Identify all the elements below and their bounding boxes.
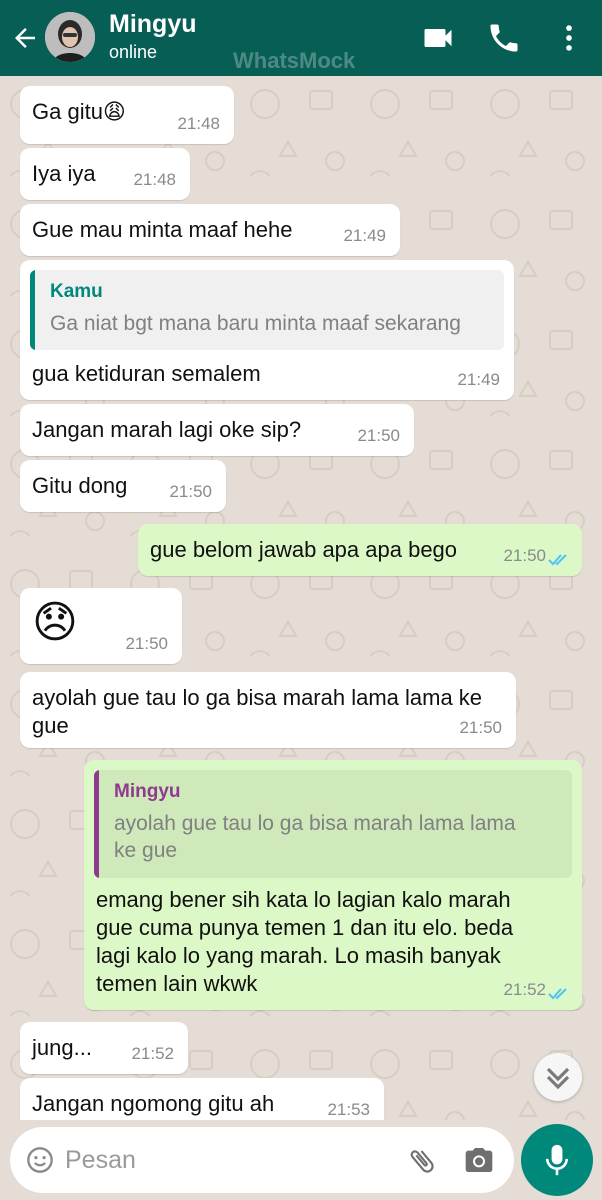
reply-message-bubble[interactable]: Mingyu ayolah gue tau lo ga bisa marah l…	[84, 760, 582, 1010]
message-time: 21:49	[343, 226, 386, 245]
message-bubble[interactable]: Gitu dong 21:50	[20, 460, 226, 512]
message-text: gua ketiduran semalem	[32, 361, 261, 386]
message-time: 21:53	[327, 1100, 370, 1119]
paperclip-icon[interactable]	[406, 1144, 438, 1178]
message-time: 21:50	[125, 634, 168, 653]
more-menu-icon[interactable]	[552, 20, 586, 56]
message-bubble[interactable]: Iya iya 21:48	[20, 148, 190, 200]
back-arrow-icon[interactable]	[10, 23, 40, 53]
message-text: Gitu dong	[32, 473, 128, 498]
message-bubble[interactable]: Ga gitu😩 21:48	[20, 86, 234, 144]
message-line: gue cuma punya temen 1 dan itu elo. beda	[96, 915, 514, 940]
message-time: 21:52	[131, 1044, 174, 1063]
quote-author: Mingyu	[114, 781, 181, 802]
read-receipt-icon	[548, 988, 567, 1000]
watermark: WhatsMock	[233, 48, 356, 73]
message-bubble[interactable]: Jangan ngomong gitu ah 21:53	[20, 1078, 384, 1120]
quote-text: Ga niat bgt mana baru minta maaf sekaran…	[50, 312, 461, 335]
message-bubble[interactable]: Jangan marah lagi oke sip? 21:50	[20, 404, 414, 456]
message-time: 21:52	[503, 980, 546, 999]
message-bubble[interactable]: ayolah gue tau lo ga bisa marah lama lam…	[20, 672, 516, 748]
message-time: 21:50	[503, 546, 546, 565]
camera-icon[interactable]	[462, 1144, 496, 1176]
reply-message-bubble[interactable]: Kamu Ga niat bgt mana baru minta maaf se…	[20, 260, 514, 400]
read-receipt-icon	[548, 554, 567, 566]
message-bubble[interactable]: 😞 21:50	[20, 588, 182, 664]
message-text: Jangan marah lagi oke sip?	[32, 417, 302, 442]
message-line: ayolah gue tau lo ga bisa marah lama lam…	[32, 685, 483, 710]
message-time: 21:48	[133, 170, 176, 189]
message-line: emang bener sih kata lo lagian kalo mara…	[96, 887, 511, 912]
contact-name[interactable]: Mingyu	[109, 10, 197, 39]
emoji-icon[interactable]	[26, 1146, 54, 1174]
quoted-message[interactable]: Mingyu ayolah gue tau lo ga bisa marah l…	[94, 770, 572, 878]
message-bubble[interactable]: Gue mau minta maaf hehe 21:49	[20, 204, 400, 256]
message-text: Ga gitu😩	[32, 99, 126, 124]
message-line: lagi kalo lo yang marah. Lo masih banyak	[96, 943, 501, 968]
quote-bar	[30, 270, 35, 350]
message-time: 21:48	[177, 114, 220, 133]
avatar[interactable]	[45, 12, 95, 62]
quote-line: ke gue	[114, 839, 178, 862]
scroll-to-bottom-button[interactable]	[534, 1053, 582, 1101]
avatar-photo-icon	[45, 12, 95, 62]
message-time: 21:50	[357, 426, 400, 445]
message-bubble[interactable]: gue belom jawab apa apa bego 21:50	[138, 524, 582, 576]
message-text: Iya iya	[32, 161, 96, 186]
message-line: gue	[32, 713, 69, 738]
quoted-message[interactable]: Kamu Ga niat bgt mana baru minta maaf se…	[30, 270, 504, 350]
message-time: 21:50	[169, 482, 212, 501]
microphone-button[interactable]	[521, 1124, 593, 1196]
message-input-bar	[10, 1127, 514, 1193]
quote-author: Kamu	[50, 281, 103, 302]
message-text: emang bener sih kata lo lagian kalo mara…	[96, 886, 513, 998]
phone-call-icon[interactable]	[486, 20, 522, 56]
quote-line: ayolah gue tau lo ga bisa marah lama lam…	[114, 812, 516, 835]
chat-area[interactable]: Ga gitu😩 21:48 Iya iya 21:48 Gue mau min…	[0, 76, 602, 1120]
message-input[interactable]	[65, 1141, 395, 1179]
contact-status: online	[109, 42, 158, 62]
message-emoji: 😞	[32, 598, 78, 647]
video-call-icon[interactable]	[420, 20, 456, 56]
message-time: 21:50	[459, 718, 502, 737]
quote-bar	[94, 770, 99, 878]
message-text: jung...	[32, 1035, 92, 1060]
message-text: Jangan ngomong gitu ah	[32, 1091, 275, 1116]
message-time: 21:49	[457, 370, 500, 389]
message-text: gue belom jawab apa apa bego	[150, 537, 458, 562]
microphone-icon	[545, 1144, 569, 1176]
message-line: temen lain wkwk	[96, 971, 258, 996]
message-text: ayolah gue tau lo ga bisa marah lama lam…	[32, 684, 482, 740]
message-text: Gue mau minta maaf hehe	[32, 217, 293, 242]
quote-text: ayolah gue tau lo ga bisa marah lama lam…	[114, 810, 516, 864]
chat-header: Mingyu online WhatsMock	[0, 0, 602, 76]
chevron-double-down-icon	[546, 1067, 570, 1090]
message-bubble[interactable]: jung... 21:52	[20, 1022, 188, 1074]
